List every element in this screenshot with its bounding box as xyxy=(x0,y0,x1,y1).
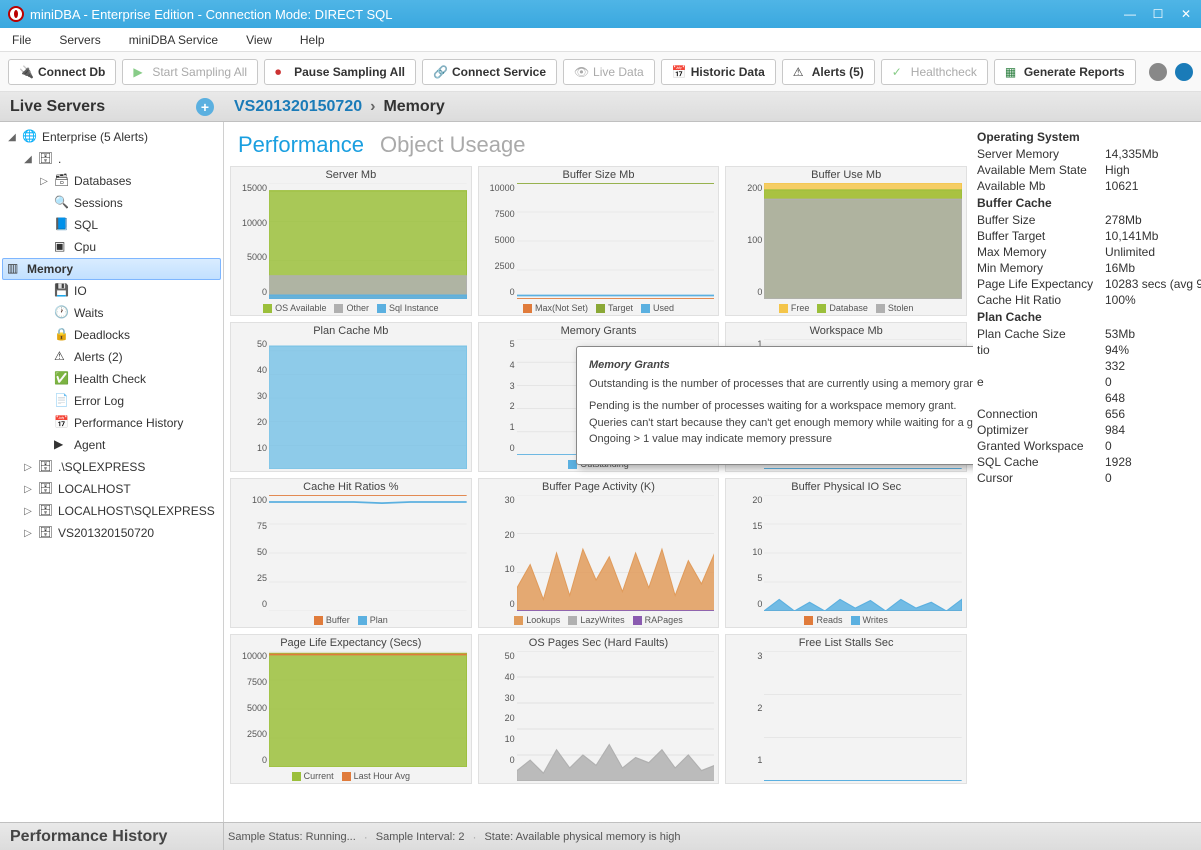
tree-memory[interactable]: ▥Memory xyxy=(2,258,221,280)
menu-help[interactable]: Help xyxy=(300,33,325,47)
chart-cache-hit-ratios-[interactable]: Cache Hit Ratios %1007550250BufferPlan xyxy=(230,478,472,628)
memory-icon: ▥ xyxy=(7,261,23,277)
eye-icon: 👁 xyxy=(574,65,588,79)
warning-icon: ⚠ xyxy=(54,349,70,365)
menu-bar: File Servers miniDBA Service View Help xyxy=(0,28,1201,52)
tree-localhost[interactable]: ▷🗄LOCALHOST xyxy=(0,478,223,500)
status-sample: Sample Status: Running... xyxy=(224,831,360,843)
calendar-icon: 📅 xyxy=(672,65,686,79)
sessions-icon: 🔍 xyxy=(54,195,70,211)
chart-buffer-use-mb[interactable]: Buffer Use Mb2001000FreeDatabaseStolen xyxy=(725,166,967,316)
log-icon: 📄 xyxy=(54,393,70,409)
maximize-button[interactable]: ☐ xyxy=(1151,7,1165,21)
sidebar: ◢🌐Enterprise (5 Alerts) ◢🗄. ▷🗃Databases … xyxy=(0,122,224,822)
tree-databases[interactable]: ▷🗃Databases xyxy=(0,170,223,192)
menu-file[interactable]: File xyxy=(12,33,31,47)
clock-icon: 🕐 xyxy=(54,305,70,321)
tree-alerts[interactable]: ⚠Alerts (2) xyxy=(0,346,223,368)
start-sampling-button[interactable]: ▶Start Sampling All xyxy=(122,59,258,85)
breadcrumb-server[interactable]: VS201320150720 xyxy=(234,98,362,116)
status-state: State: Available physical memory is high xyxy=(480,831,684,843)
healthcheck-button[interactable]: ✓Healthcheck xyxy=(881,59,988,85)
app-icon xyxy=(8,6,24,22)
chart-buffer-physical-io-sec[interactable]: Buffer Physical IO Sec20151050ReadsWrite… xyxy=(725,478,967,628)
connect-service-button[interactable]: 🔗Connect Service xyxy=(422,59,557,85)
tree-io[interactable]: 💾IO xyxy=(0,280,223,302)
title-bar: miniDBA - Enterprise Edition - Connectio… xyxy=(0,0,1201,28)
excel-icon: ▦ xyxy=(1005,65,1019,79)
play-icon: ▶ xyxy=(133,65,147,79)
tree-sessions[interactable]: 🔍Sessions xyxy=(0,192,223,214)
tree-errorlog[interactable]: 📄Error Log xyxy=(0,390,223,412)
tree-agent[interactable]: ▶Agent xyxy=(0,434,223,456)
menu-minidba-service[interactable]: miniDBA Service xyxy=(129,33,218,47)
minimize-button[interactable]: — xyxy=(1123,7,1137,21)
database-icon: 🗃 xyxy=(54,173,70,189)
help-icon[interactable] xyxy=(1175,63,1193,81)
pause-sampling-button[interactable]: ⏺Pause Sampling All xyxy=(264,59,416,85)
server-icon: 🗄 xyxy=(38,459,54,475)
chart-server-mb[interactable]: Server Mb150001000050000OS AvailableOthe… xyxy=(230,166,472,316)
status-bar: Performance History Sample Status: Runni… xyxy=(0,822,1201,850)
server-icon: 🗄 xyxy=(38,503,54,519)
charts-area: Performance Object Useage Server Mb15000… xyxy=(224,122,973,822)
server-icon: 🗄 xyxy=(38,481,54,497)
io-icon: 💾 xyxy=(54,283,70,299)
server-icon: 🗄 xyxy=(38,525,54,541)
sql-icon: 📘 xyxy=(54,217,70,233)
chart-free-list-stalls-sec[interactable]: Free List Stalls Sec321 xyxy=(725,634,967,784)
tree-sql[interactable]: 📘SQL xyxy=(0,214,223,236)
close-button[interactable]: ✕ xyxy=(1179,7,1193,21)
tree-sqlexpress[interactable]: ▷🗄.\SQLEXPRESS xyxy=(0,456,223,478)
settings-icon[interactable] xyxy=(1149,63,1167,81)
window-title: miniDBA - Enterprise Edition - Connectio… xyxy=(30,7,1123,22)
info-panel: Operating System Server Memory14,335Mb A… xyxy=(973,122,1201,822)
tree-enterprise[interactable]: ◢🌐Enterprise (5 Alerts) xyxy=(0,126,223,148)
calendar-icon: 📅 xyxy=(54,415,70,431)
record-icon: ⏺ xyxy=(275,65,289,79)
generate-reports-button[interactable]: ▦Generate Reports xyxy=(994,59,1136,85)
breadcrumb: VS201320150720 › Memory xyxy=(224,92,1201,122)
chart-page-life-expectancy-secs-[interactable]: Page Life Expectancy (Secs)1000075005000… xyxy=(230,634,472,784)
cpu-icon: ▣ xyxy=(54,239,70,255)
link-icon: 🔗 xyxy=(433,65,447,79)
chart-buffer-page-activity-k-[interactable]: Buffer Page Activity (K)3020100LookupsLa… xyxy=(478,478,720,628)
performance-history-panel[interactable]: Performance History xyxy=(0,823,224,850)
globe-icon: 🌐 xyxy=(22,129,38,145)
tooltip-memory-grants: Memory Grants Outstanding is the number … xyxy=(576,346,973,465)
chart-plan-cache-mb[interactable]: Plan Cache Mb5040302010 xyxy=(230,322,472,472)
tree-perfhist[interactable]: 📅Performance History xyxy=(0,412,223,434)
add-server-button[interactable]: + xyxy=(196,98,214,116)
tree-vs2013[interactable]: ▷🗄VS201320150720 xyxy=(0,522,223,544)
live-data-button[interactable]: 👁Live Data xyxy=(563,59,655,85)
historic-data-button[interactable]: 📅Historic Data xyxy=(661,59,776,85)
tab-object-usage[interactable]: Object Useage xyxy=(380,132,526,158)
alerts-button[interactable]: ⚠Alerts (5) xyxy=(782,59,875,85)
check-icon: ✓ xyxy=(892,65,906,79)
tree-server-root[interactable]: ◢🗄. xyxy=(0,148,223,170)
live-servers-header: Live Servers + xyxy=(0,92,224,122)
plug-icon: 🔌 xyxy=(19,65,33,79)
check-icon: ✅ xyxy=(54,371,70,387)
menu-servers[interactable]: Servers xyxy=(59,33,100,47)
server-icon: 🗄 xyxy=(38,151,54,167)
chart-os-pages-sec-hard-faults-[interactable]: OS Pages Sec (Hard Faults)50403020100 xyxy=(478,634,720,784)
tab-performance[interactable]: Performance xyxy=(238,132,364,158)
breadcrumb-page: Memory xyxy=(383,98,444,116)
status-interval: Sample Interval: 2 xyxy=(372,831,469,843)
warning-icon: ⚠ xyxy=(793,65,807,79)
tree-localhost-sqlexpress[interactable]: ▷🗄LOCALHOST\SQLEXPRESS xyxy=(0,500,223,522)
tree-healthcheck[interactable]: ✅Health Check xyxy=(0,368,223,390)
lock-icon: 🔒 xyxy=(54,327,70,343)
tree-cpu[interactable]: ▣Cpu xyxy=(0,236,223,258)
toolbar: 🔌Connect Db ▶Start Sampling All ⏺Pause S… xyxy=(0,52,1201,92)
chart-buffer-size-mb[interactable]: Buffer Size Mb100007500500025000Max(Not … xyxy=(478,166,720,316)
tree-deadlocks[interactable]: 🔒Deadlocks xyxy=(0,324,223,346)
menu-view[interactable]: View xyxy=(246,33,272,47)
tree-waits[interactable]: 🕐Waits xyxy=(0,302,223,324)
connect-db-button[interactable]: 🔌Connect Db xyxy=(8,59,116,85)
agent-icon: ▶ xyxy=(54,437,70,453)
